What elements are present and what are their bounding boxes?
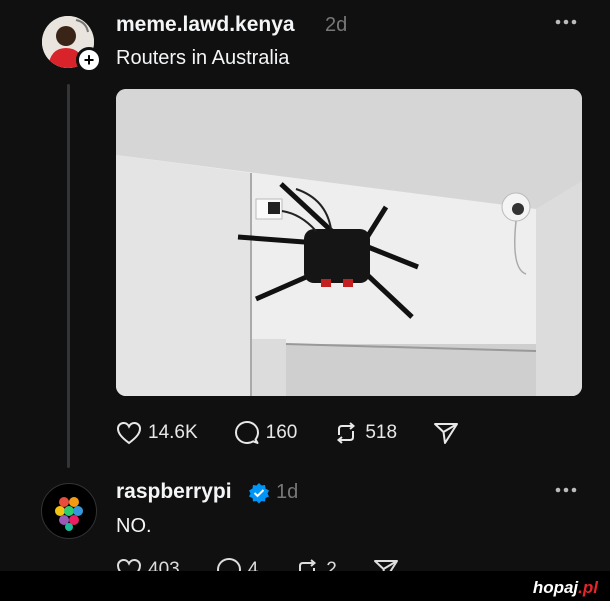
repost-icon [337,422,356,444]
comment-icon [234,421,259,444]
repost-count: 518 [365,422,398,443]
watermark-main: hopaj [532,578,579,597]
like-button[interactable]: 14.6K [116,421,198,445]
thread-frame: + meme.lawd.kenya 2d Routers in Australi… [0,0,610,571]
post-time: 2d [325,14,348,36]
post-caption: NO. [116,515,152,537]
like-count: 403 [148,559,180,571]
like-button[interactable]: 403 [116,558,180,571]
more-icon[interactable] [553,482,579,498]
share-icon [434,423,459,444]
post-actions: 14.6K 160 518 [116,420,495,446]
verified-icon [249,483,269,504]
repost-icon [299,559,317,571]
follow-plus-icon[interactable]: + [76,47,102,73]
comment-icon [216,558,241,571]
site-watermark: hopaj.pl [533,578,598,598]
post-actions: 403 4 2 [116,557,435,571]
repost-button[interactable]: 518 [333,421,397,445]
post-image[interactable] [116,89,582,396]
more-icon[interactable] [553,14,579,30]
comment-button[interactable]: 4 [216,557,259,571]
repost-button[interactable]: 2 [294,558,337,571]
watermark-suffix: .pl [578,578,598,597]
heart-icon [116,558,142,571]
thread-line [67,84,70,468]
like-count: 14.6K [148,422,198,443]
comment-button[interactable]: 160 [234,420,298,446]
username[interactable]: meme.lawd.kenya [116,13,295,37]
repost-count: 2 [326,559,337,571]
comment-count: 160 [265,422,298,443]
share-button[interactable] [373,558,399,571]
share-icon [373,560,398,571]
username[interactable]: raspberrypi [116,480,232,504]
post-caption: Routers in Australia [116,47,290,69]
share-button[interactable] [433,421,459,445]
comment-count: 4 [247,559,259,571]
heart-icon [116,421,142,445]
post-time: 1d [276,481,299,503]
avatar[interactable] [41,483,97,539]
